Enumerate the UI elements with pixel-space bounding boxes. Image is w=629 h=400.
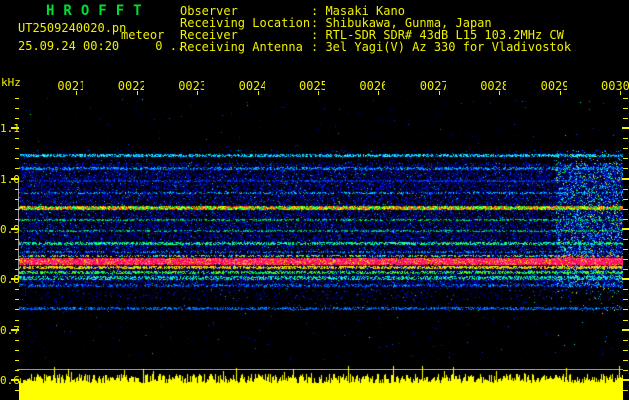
info-value: : 3el Yagi(V) Az 330 for Vladivostok	[311, 40, 572, 54]
freq-major-tick	[11, 379, 19, 381]
freq-minor-tick	[15, 309, 19, 310]
freq-major-tick	[622, 278, 629, 280]
app-title: HROFFT	[46, 3, 151, 19]
signal-strength-canvas	[19, 360, 623, 400]
time-tick	[378, 91, 380, 95]
freq-minor-tick	[15, 219, 19, 220]
time-tick	[559, 91, 561, 95]
time-tick	[438, 91, 440, 95]
datetime-count-line: 25.09.24 00:20 0 ..	[18, 39, 185, 53]
time-tick	[499, 91, 501, 95]
freq-minor-tick	[15, 98, 19, 99]
freq-major-tick	[622, 379, 629, 381]
freq-minor-tick	[15, 340, 19, 341]
freq-minor-tick	[623, 360, 628, 361]
freq-minor-tick	[623, 108, 628, 109]
freq-minor-tick	[623, 158, 628, 159]
freq-minor-tick	[15, 138, 19, 139]
freq-minor-tick	[623, 259, 628, 260]
freq-minor-tick	[623, 148, 628, 149]
freq-minor-tick	[623, 299, 628, 300]
freq-minor-tick	[15, 168, 19, 169]
freq-major-tick	[11, 178, 19, 180]
freq-minor-tick	[623, 219, 628, 220]
freq-major-tick	[11, 329, 19, 331]
freq-minor-tick	[623, 340, 628, 341]
time-tick	[620, 91, 621, 95]
freq-minor-tick	[15, 289, 19, 290]
hrofft-output-window: HROFFT UT2509240020.pn meteor 25.09.24 0…	[0, 0, 629, 400]
time-label: 0024	[238, 79, 265, 91]
freq-minor-tick	[623, 390, 628, 391]
station-info-block: Observer: Masaki Kano Receiving Location:…	[180, 5, 571, 53]
freq-minor-tick	[15, 269, 19, 270]
freq-major-tick	[11, 278, 19, 280]
freq-minor-tick	[15, 249, 19, 250]
freq-minor-tick	[623, 350, 628, 351]
time-label: 0022	[117, 79, 144, 91]
time-label: 0028	[480, 79, 507, 91]
time-label: 0030	[601, 79, 629, 91]
time-label: 0029	[540, 79, 567, 91]
time-tick	[318, 91, 319, 95]
freq-minor-tick	[623, 199, 628, 200]
time-label: 0026	[359, 79, 386, 91]
freq-minor-tick	[15, 158, 19, 159]
freq-minor-tick	[623, 168, 628, 169]
freq-minor-tick	[15, 299, 19, 300]
freq-major-tick	[622, 228, 629, 230]
freq-minor-tick	[15, 259, 19, 260]
freq-minor-tick	[623, 138, 628, 139]
time-label: 0027	[419, 79, 446, 91]
freq-minor-tick	[15, 199, 19, 200]
time-label: 0025	[299, 79, 325, 91]
freq-minor-tick	[623, 98, 628, 99]
info-label: Receiving Antenna	[180, 40, 303, 54]
freq-minor-tick	[623, 189, 628, 190]
freq-minor-tick	[623, 309, 628, 310]
freq-minor-tick	[623, 209, 628, 210]
freq-minor-tick	[15, 148, 19, 149]
freq-minor-tick	[623, 370, 628, 371]
time-label: 0023	[178, 79, 205, 91]
info-row: Receiving Antenna : 3el Yagi(V) Az 330 fo…	[180, 41, 571, 53]
freq-minor-tick	[15, 189, 19, 190]
freq-minor-tick	[15, 239, 19, 240]
freq-minor-tick	[623, 320, 628, 321]
freq-minor-tick	[623, 249, 628, 250]
output-filename: UT2509240020.pn	[18, 21, 127, 35]
spectrogram-canvas	[19, 97, 623, 360]
time-tick	[197, 91, 199, 95]
time-tick	[136, 91, 138, 95]
freq-minor-tick	[623, 289, 628, 290]
freq-minor-tick	[623, 118, 628, 119]
time-tick	[76, 91, 78, 95]
freq-minor-tick	[15, 320, 19, 321]
freq-major-tick	[622, 178, 629, 180]
time-tick	[257, 91, 259, 95]
freq-minor-tick	[15, 108, 19, 109]
freq-minor-tick	[15, 118, 19, 119]
freq-major-tick	[622, 127, 629, 129]
time-label: 0021	[57, 79, 84, 91]
freq-major-tick	[11, 228, 19, 230]
freq-major-tick	[11, 127, 19, 129]
freq-minor-tick	[15, 350, 19, 351]
freq-axis-unit: kHz	[1, 76, 21, 89]
freq-minor-tick	[623, 239, 628, 240]
freq-minor-tick	[15, 209, 19, 210]
freq-minor-tick	[623, 269, 628, 270]
freq-major-tick	[622, 329, 629, 331]
